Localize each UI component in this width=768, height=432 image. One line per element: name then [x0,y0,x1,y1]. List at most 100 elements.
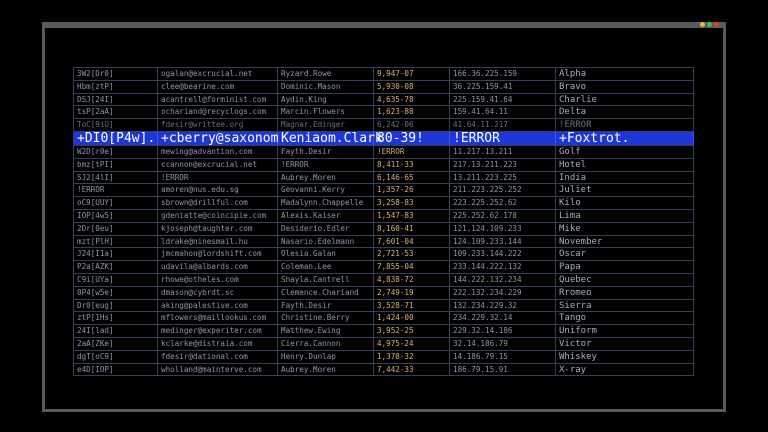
table-row[interactable]: 2Dr[0eu] kjoseph@taughter.com Desiderio.Ed… [74,222,694,236]
table-row[interactable]: !ERROR amoren@nus.edu.sg Geovanni.Kerry 1,3… [74,184,694,198]
cell-ip: 36.225.159.41 [450,80,556,93]
cell-ip: 229.32.14.186 [450,325,556,337]
cell-ip: 223.225.252.62 [450,197,556,209]
table-row[interactable]: SJ2[4lI] !ERROR Aubrey.Moren 6,146-65 13.211… [74,171,694,185]
table-row[interactable]: oC9[UUY] sbrown@drillful.com Madalynn.Chap… [74,197,694,210]
cell-email: wholland@mainterve.com [158,363,278,376]
cell-id: bmz[tPI] [74,158,158,171]
cell-phone: 6,242-06 [374,119,450,131]
cell-phone: 1,424-00 [374,312,450,325]
table-row[interactable]: Hbm[ztP] clee@bearine.com Dominic.Mason 5,9… [74,80,694,94]
cell-email: jmcmahon@lordshift.com [158,248,278,261]
cell-phone: 6,146-65 [374,171,450,184]
cell-email: kjoseph@taughter.com [158,222,278,235]
cell-name: Christine.Berry [278,312,374,325]
table-row[interactable]: e4D[IOP] wholland@mainterve.com Aubrey.Mor… [74,363,694,377]
cell-email: acantrell@forminist.com [158,93,278,106]
table-row[interactable]: C9i[UYa] rhowe@otheles.com Shayla.Cantrell… [74,273,694,287]
table-row[interactable]: 2aA[ZKe] kclarke@distraia.com Cierra.Canno… [74,337,694,351]
cell-name: Nasario.Edelmann [278,235,374,248]
cell-name: Aydin.King [278,93,374,106]
cell-code: Mike [556,222,694,235]
cell-ip: 217.13.211.223 [450,158,556,171]
cell-email: clee@bearine.com [158,80,278,93]
cell-ip: 32.14.186.79 [450,337,556,350]
cell-code: Tango [556,312,694,325]
cell-id: e4D[IOP] [74,363,158,376]
table-row[interactable]: IOP[4w5] gdeniatte@coincipie.com Alexis.Ka… [74,209,694,223]
cell-phone: !ERROR [374,145,450,158]
cell-code: Uniform [556,325,694,337]
table-row[interactable]: Dr0[eug] aking@palestive.com Fayth.Desir 3,… [74,299,694,313]
cell-phone: 8,411-33 [374,158,450,171]
table-row[interactable]: dgT[oC9] fdesir@dational.com Henry.Dunlap 1… [74,350,694,364]
cell-phone: 7,855-04 [374,261,450,273]
cell-phone: 5,930-08 [374,80,450,93]
table-row[interactable]: 24I[lad] medinger@experiter.com Matthew.Ew… [74,325,694,338]
cell-code: Quebec [556,273,694,286]
cell-id: 2aA[ZKe] [74,337,158,350]
table-row[interactable]: bmz[tPI] ccannon@excrucial.net !ERROR 8,411… [74,158,694,172]
table-row-selected[interactable]: +DI0[P4w]. +cberry@saxonom Keniaom.Clark 80… [74,131,694,146]
cell-code: Hotel [556,158,694,171]
table-row[interactable]: 0P4[w5e] dmason@cybrdt.sc Clemence.Charian… [74,286,694,300]
table-row[interactable]: J24[I1a] jmcmahon@lordshift.com Olesia.Gal… [74,248,694,262]
cell-id: +DI0[P4w]. [74,131,158,145]
table-row[interactable]: ztP[1Hs] mflowers@maillookus.com Christine… [74,312,694,326]
cell-phone: 3,258-83 [374,197,450,209]
cell-email: rhowe@otheles.com [158,273,278,286]
maximize-dot-icon[interactable] [707,22,712,27]
cell-id: J24[I1a] [74,248,158,261]
cell-code: Bravo [556,80,694,93]
cell-email: medinger@experiter.com [158,325,278,337]
close-dot-icon[interactable] [714,22,719,27]
cell-phone: 7,442-33 [374,363,450,376]
cell-name: Fayth.Desir [278,145,374,158]
cell-id: C9i[UYa] [74,273,158,286]
cell-email: ldrake@ninesmail.hu [158,235,278,248]
cell-ip: 233.144.222.132 [450,261,556,273]
cell-ip: 124.109.233.144 [450,235,556,248]
table-row[interactable]: mzt[PlH] ldrake@ninesmail.hu Nasario.Edelm… [74,235,694,249]
cell-id: dgT[oC9] [74,350,158,363]
cell-code: Golf [556,145,694,158]
cell-email: +cberry@saxonom [158,131,278,145]
cell-id: ToC[9iU] [74,119,158,131]
minimize-dot-icon[interactable] [700,22,705,27]
cell-id: oC9[UUY] [74,197,158,209]
cell-name: Magnar.Edinger [278,119,374,131]
cell-code: Kilo [556,197,694,209]
cell-code: !ERROR [556,119,694,131]
table-row[interactable]: tsP[2aA] ochariand@recyclogs.com Marcin.Fl… [74,106,694,120]
cell-id: 3W2[Dr0] [74,68,158,80]
cell-name: Clemence.Chariand [278,286,374,299]
cell-ip: 166.36.225.159 [450,68,556,80]
table-row[interactable]: 3W2[Dr0] ogalan@excrucial.net Ryzard.Rowe 9… [74,68,694,81]
cell-ip: 13.211.223.225 [450,171,556,184]
cell-name: Marcin.Flowers [278,106,374,119]
cell-code: Charlie [556,93,694,106]
data-table: 3W2[Dr0] ogalan@excrucial.net Ryzard.Rowe 9… [73,67,694,377]
cell-phone: 3,952-25 [374,325,450,337]
cell-code: Whiskey [556,350,694,363]
window-controls [700,22,719,27]
cell-name: Henry.Dunlap [278,350,374,363]
cell-id: ztP[1Hs] [74,312,158,325]
cell-ip: 211.223.225.252 [450,184,556,197]
cell-ip: 234.229.32.14 [450,312,556,325]
cell-phone: 7,601-04 [374,235,450,248]
cell-phone: 3,528-71 [374,299,450,312]
table-row[interactable]: P2a[AZK] udavila@albards.com Coleman.Lee 7,… [74,261,694,274]
cell-email: mewing@advantion.com [158,145,278,158]
table-row[interactable]: DSJ[24I] acantrell@forminist.com Aydin.Kin… [74,93,694,107]
cell-name: Matthew.Ewing [278,325,374,337]
cell-ip: 41.64.11.217 [450,119,556,131]
cell-id: 2Dr[0eu] [74,222,158,235]
table-row[interactable]: W2D[r0e] mewing@advantion.com Fayth.Desir!… [74,145,694,159]
cell-code: Alpha [556,68,694,80]
cell-name: Dominic.Mason [278,80,374,93]
cell-id: 0P4[w5e] [74,286,158,299]
cell-code: Victor [556,337,694,350]
cell-phone: 8,160-41 [374,222,450,235]
cell-email: mflowers@maillookus.com [158,312,278,325]
